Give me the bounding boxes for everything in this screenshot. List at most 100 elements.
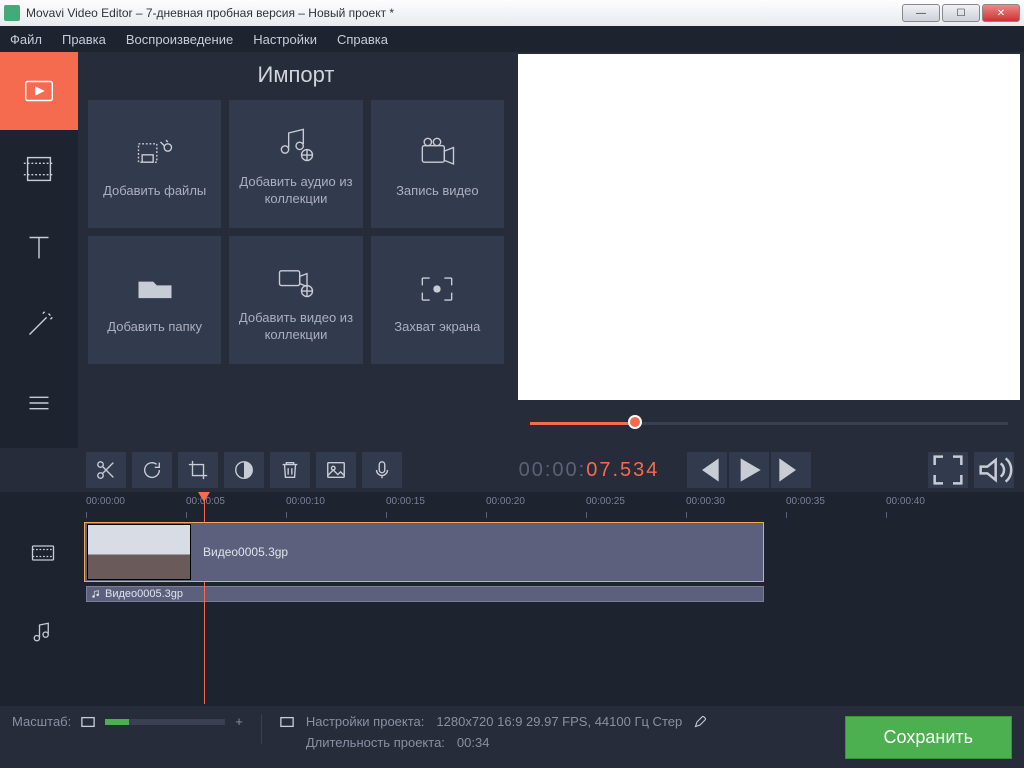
sidebar-text[interactable] — [0, 208, 78, 286]
clip-thumbnail — [87, 524, 191, 580]
fullscreen-icon — [928, 450, 968, 490]
play-button[interactable] — [729, 452, 769, 488]
text-icon — [20, 228, 58, 266]
ruler-mark: 00:00:00 — [86, 496, 125, 507]
image-icon — [325, 459, 347, 481]
ruler-mark: 00:00:30 — [686, 496, 725, 507]
import-add-files-label: Добавить файлы — [103, 183, 206, 200]
volume-button[interactable] — [974, 452, 1014, 488]
preview-seek-slider[interactable] — [530, 420, 1008, 426]
zoom-label: Масштаб: — [12, 714, 71, 729]
seek-knob[interactable] — [628, 415, 642, 429]
menu-icon — [20, 384, 58, 422]
menu-settings[interactable]: Настройки — [253, 32, 317, 47]
window-close-button[interactable]: ✕ — [982, 4, 1020, 22]
crop-button[interactable] — [178, 452, 218, 488]
crop-icon — [20, 150, 58, 188]
status-bar: Масштаб: + Настройки проекта: 1280x720 1… — [0, 706, 1024, 768]
import-add-video-collection[interactable]: Добавить видео из коллекции — [229, 236, 362, 364]
import-record-video[interactable]: Запись видео — [371, 100, 504, 228]
timecode-display: 00:00:07.534 — [519, 459, 660, 482]
camera-icon — [415, 129, 459, 177]
fullscreen-button[interactable] — [928, 452, 968, 488]
clip-audio-label: Видео0005.3gp — [105, 588, 183, 600]
left-sidebar — [0, 52, 78, 448]
video-track-icon — [10, 520, 76, 586]
next-icon — [771, 450, 811, 490]
image-button[interactable] — [316, 452, 356, 488]
timeline: 00:00:00 00:00:05 00:00:10 00:00:15 00:0… — [0, 492, 1024, 704]
zoom-fit-icon[interactable] — [81, 715, 95, 729]
volume-icon — [974, 450, 1014, 490]
import-add-video-collection-label: Добавить видео из коллекции — [237, 310, 354, 344]
timeline-ruler[interactable]: 00:00:00 00:00:05 00:00:10 00:00:15 00:0… — [0, 492, 1024, 520]
import-capture-screen-label: Захват экрана — [394, 319, 480, 336]
preview-screen[interactable] — [518, 54, 1020, 400]
video-track: Видео0005.3gp — [0, 520, 1024, 586]
crop-tool-icon — [187, 459, 209, 481]
project-settings-label: Настройки проекта: — [306, 714, 425, 729]
ruler-mark: 00:00:15 — [386, 496, 425, 507]
project-duration-value: 00:34 — [457, 735, 490, 750]
import-add-files[interactable]: Добавить файлы — [88, 100, 221, 228]
audio-collection-icon — [274, 120, 318, 168]
import-add-audio-label: Добавить аудио из коллекции — [237, 174, 354, 208]
import-capture-screen[interactable]: Захват экрана — [371, 236, 504, 364]
window-minimize-button[interactable]: — — [902, 4, 940, 22]
pencil-icon[interactable] — [694, 716, 706, 728]
menu-playback[interactable]: Воспроизведение — [126, 32, 233, 47]
audio-track-icon — [10, 604, 76, 660]
prev-icon — [687, 450, 727, 490]
zoom-slider[interactable] — [105, 719, 225, 725]
files-icon — [133, 129, 177, 177]
video-collection-icon — [274, 256, 318, 304]
rotate-icon — [141, 459, 163, 481]
video-clip[interactable]: Видео0005.3gp — [84, 522, 764, 582]
import-icon — [20, 72, 58, 110]
ruler-mark: 00:00:20 — [486, 496, 525, 507]
sidebar-import[interactable] — [0, 52, 78, 130]
linked-audio-clip[interactable]: Видео0005.3gp — [86, 586, 764, 602]
mic-button[interactable] — [362, 452, 402, 488]
mic-icon — [371, 459, 393, 481]
audio-track — [0, 604, 1024, 660]
wand-icon — [20, 306, 58, 344]
project-duration-label: Длительность проекта: — [306, 735, 445, 750]
window-titlebar: Movavi Video Editor – 7-дневная пробная … — [0, 0, 1024, 26]
menu-help[interactable]: Справка — [337, 32, 388, 47]
preview-panel — [514, 52, 1024, 448]
sidebar-crop[interactable] — [0, 130, 78, 208]
next-button[interactable] — [771, 452, 811, 488]
menu-edit[interactable]: Правка — [62, 32, 106, 47]
clip-video-label: Видео0005.3gp — [203, 545, 288, 559]
prev-button[interactable] — [687, 452, 727, 488]
timecode-dim: 00:00: — [519, 459, 587, 482]
menu-file[interactable]: Файл — [10, 32, 42, 47]
window-title: Movavi Video Editor – 7-дневная пробная … — [26, 6, 394, 20]
trash-icon — [279, 459, 301, 481]
rotate-button[interactable] — [132, 452, 172, 488]
ruler-mark: 00:00:40 — [886, 496, 925, 507]
window-maximize-button[interactable]: ☐ — [942, 4, 980, 22]
capture-icon — [415, 265, 459, 313]
import-add-folder-label: Добавить папку — [107, 319, 202, 336]
ruler-mark: 00:00:35 — [786, 496, 825, 507]
menu-bar: Файл Правка Воспроизведение Настройки Сп… — [0, 26, 1024, 52]
zoom-plus[interactable]: + — [235, 714, 243, 729]
sidebar-more[interactable] — [0, 364, 78, 442]
color-button[interactable] — [224, 452, 264, 488]
import-add-folder[interactable]: Добавить папку — [88, 236, 221, 364]
note-icon — [91, 589, 101, 599]
toolbar: 00:00:07.534 — [0, 448, 1024, 492]
import-panel: Импорт Добавить файлы Добавить аудио из … — [78, 52, 514, 448]
delete-button[interactable] — [270, 452, 310, 488]
import-add-audio[interactable]: Добавить аудио из коллекции — [229, 100, 362, 228]
play-icon — [729, 450, 769, 490]
app-icon — [4, 5, 20, 21]
save-button[interactable]: Сохранить — [845, 716, 1012, 759]
cut-button[interactable] — [86, 452, 126, 488]
sidebar-effects[interactable] — [0, 286, 78, 364]
project-settings-value: 1280x720 16:9 29.97 FPS, 44100 Гц Стер — [436, 714, 682, 729]
scissors-icon — [95, 459, 117, 481]
timecode-hot: 07.534 — [586, 459, 659, 482]
